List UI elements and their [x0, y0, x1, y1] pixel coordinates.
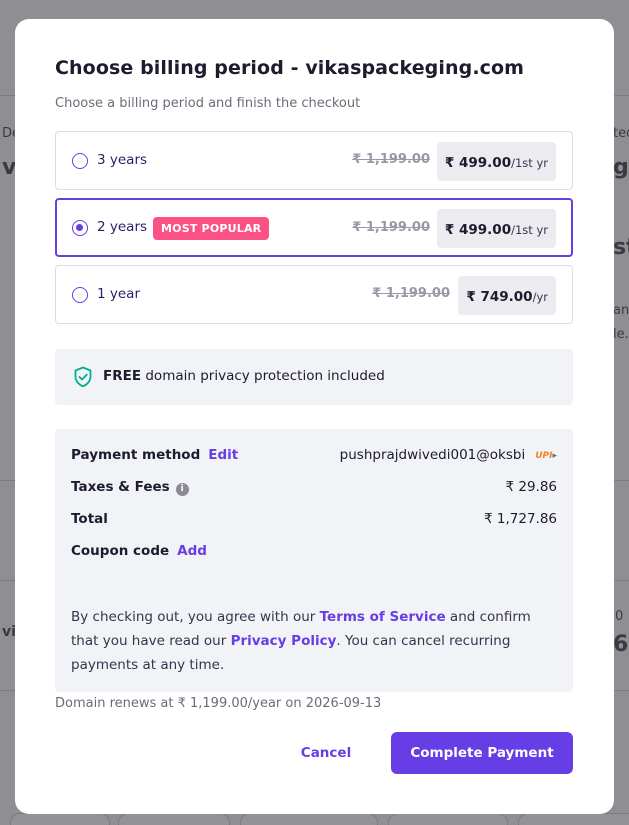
- modal-subtitle: Choose a billing period and finish the c…: [55, 96, 361, 111]
- payment-method-value: pushprajdwivedi001@oksbi: [339, 447, 526, 463]
- price: ₹ 499.00: [444, 222, 512, 238]
- price-unit: /1st yr: [511, 223, 548, 237]
- price-box: ₹ 499.00/1st yr: [436, 209, 556, 248]
- bg-text: 0: [615, 609, 624, 624]
- complete-payment-button[interactable]: Complete Payment: [391, 732, 573, 774]
- bg-tab: [118, 813, 230, 825]
- bg-text: vi: [2, 624, 16, 640]
- price-unit: /yr: [532, 290, 548, 304]
- radio-dot: [76, 224, 83, 231]
- bg-tab: [518, 813, 629, 825]
- billing-option-1-year[interactable]: 1 year ₹ 1,199.00 ₹ 749.00/yr: [55, 265, 573, 324]
- privacy-protection-banner: FREE domain privacy protection included: [55, 349, 573, 405]
- original-price: ₹ 1,199.00: [352, 152, 430, 167]
- radio-button[interactable]: [72, 153, 88, 169]
- billing-period-modal: Choose billing period - vikaspackeging.c…: [15, 19, 614, 814]
- bg-tab: [10, 813, 110, 825]
- privacy-description: domain privacy protection included: [145, 368, 385, 384]
- billing-option-2-years[interactable]: 2 years MOST POPULAR ₹ 1,199.00 ₹ 499.00…: [55, 198, 573, 257]
- option-label: 2 years: [97, 219, 148, 235]
- payment-method-row: Payment method Edit pushprajdwivedi001@ok…: [71, 447, 557, 467]
- privacy-text: FREE domain privacy protection included: [103, 368, 385, 384]
- upi-logo-icon: UPI▸: [535, 451, 557, 461]
- edit-payment-link[interactable]: Edit: [208, 447, 238, 463]
- legal-text: By checking out, you agree with our Term…: [71, 605, 543, 677]
- privacy-free-label: FREE: [103, 368, 142, 384]
- coupon-row: Coupon code Add: [71, 543, 557, 563]
- info-icon[interactable]: i: [175, 483, 189, 496]
- price: ₹ 499.00: [444, 155, 512, 171]
- order-summary: Payment method Edit pushprajdwivedi001@ok…: [55, 429, 573, 692]
- privacy-policy-link[interactable]: Privacy Policy: [231, 633, 337, 649]
- coupon-label: Coupon code: [71, 543, 170, 559]
- payment-method-label: Payment method: [71, 447, 201, 463]
- modal-title: Choose billing period - vikaspackeging.c…: [55, 57, 525, 79]
- billing-option-3-years[interactable]: 3 years ₹ 1,199.00 ₹ 499.00/1st yr: [55, 131, 573, 190]
- shield-check-icon: [74, 366, 92, 388]
- radio-button-selected[interactable]: [72, 220, 88, 236]
- taxes-label: Taxes & Fees: [71, 479, 170, 495]
- bg-tab: [388, 813, 508, 825]
- bg-text: le.: [613, 327, 629, 342]
- total-value: ₹ 1,727.86: [484, 511, 557, 527]
- add-coupon-link[interactable]: Add: [177, 543, 207, 559]
- total-row: Total ₹ 1,727.86: [71, 511, 557, 531]
- bg-text: gi: [613, 155, 629, 180]
- bg-tab: [240, 813, 378, 825]
- bg-tab-bar: [0, 813, 629, 825]
- taxes-row: Taxes & Fees i ₹ 29.86: [71, 479, 557, 499]
- price: ₹ 749.00: [466, 289, 533, 305]
- cancel-button[interactable]: Cancel: [285, 732, 367, 774]
- original-price: ₹ 1,199.00: [352, 220, 430, 235]
- terms-of-service-link[interactable]: Terms of Service: [320, 609, 446, 625]
- radio-button[interactable]: [72, 287, 88, 303]
- bg-text: 69: [613, 632, 629, 657]
- price-box: ₹ 749.00/yr: [458, 276, 556, 315]
- taxes-value: ₹ 29.86: [505, 479, 557, 495]
- price-unit: /1st yr: [511, 156, 548, 170]
- renewal-notice: Domain renews at ₹ 1,199.00/year on 2026…: [55, 696, 382, 711]
- bg-text: st: [613, 235, 629, 260]
- price-box: ₹ 499.00/1st yr: [436, 142, 556, 181]
- original-price: ₹ 1,199.00: [372, 286, 450, 301]
- option-label: 3 years: [97, 152, 148, 168]
- bg-text: and: [613, 303, 629, 318]
- bg-text: ted: [613, 126, 629, 141]
- legal-text-part: By checking out, you agree with our: [71, 609, 320, 625]
- most-popular-badge: MOST POPULAR: [153, 217, 270, 240]
- total-label: Total: [71, 511, 108, 527]
- option-label: 1 year: [97, 286, 140, 302]
